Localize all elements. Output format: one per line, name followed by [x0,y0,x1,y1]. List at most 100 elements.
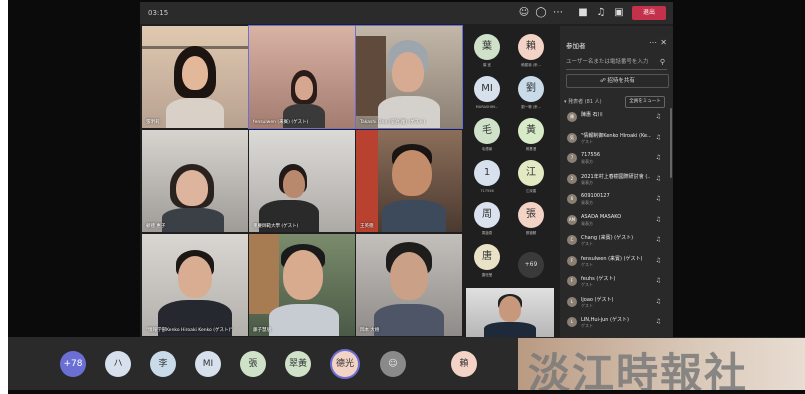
avatar: 気 [567,132,577,143]
panel-scrollbar[interactable] [670,108,672,178]
participant-avatar-name: 葉 宜 [482,63,492,67]
participant-avatar-name: MURASHIM... [475,105,499,109]
panel-more-icon[interactable]: ⋯ [649,38,657,47]
participant-name: 岡本 大樹 [360,328,380,333]
participant-row-name: 717556 [581,152,601,158]
participant-row[interactable]: Lljoao (ゲスト) ゲスト ♫ [564,295,669,310]
video-tile[interactable]: fensulwen (来賓) (ゲスト) [248,25,356,129]
participant-avatar[interactable]: 劉 [518,76,544,102]
search-placeholder: ユーザー名または電話番号を入力 [566,59,649,65]
mic-muted-icon[interactable]: ♫ [656,257,661,264]
participant-row[interactable]: C Chang (来賓) (ゲスト) ゲスト ♫ [564,233,669,248]
participant-avatar[interactable]: MI [474,76,500,102]
video-tile[interactable]: 藤子慧朋 [249,234,355,336]
participant-avatar[interactable]: 1 [474,160,500,186]
participant-row-role: 発表方 [581,220,593,226]
video-grid: 張明莉 fensulwen (来賓) (ゲスト) Takashi Ono (宿泊… [142,25,464,338]
watermark: 淡江時報社 [518,338,805,390]
participant-avatar[interactable]: 賴 [518,34,544,60]
mic-muted-icon[interactable]: ♫ [656,298,661,305]
mic-icon[interactable]: ♫ [593,6,609,20]
participant-avatar[interactable]: 張 [518,202,544,228]
participant-avatar[interactable]: 賴 [451,351,477,377]
close-icon[interactable]: ✕ [660,38,667,47]
participant-avatar[interactable]: MI [195,351,221,377]
chat-icon[interactable]: ◯ [533,6,549,20]
participant-row-role: 発表方 [581,159,593,164]
video-tile[interactable]: 重慶師範大學 (ゲスト) [249,130,355,232]
participant-row-role: 発表方 [581,200,593,205]
participant-name: Takashi Ono (宿泊 雅) (ゲスト) [360,120,426,125]
participant-avatar[interactable]: 唐 [474,244,500,270]
more-participants-button[interactable]: +69 [518,252,544,278]
participant-avatar[interactable]: 毛 [474,118,500,144]
participant-row-role: ゲスト [581,302,593,308]
unknown-user-avatar[interactable]: ☺ [380,351,406,377]
presenters-section-header[interactable]: ▾ 発表者 (81 人) [564,98,602,105]
mic-muted-icon[interactable]: ♫ [656,113,661,120]
participant-search-input[interactable]: ユーザー名または電話番号を入力 ⚲ [566,56,667,70]
video-tile[interactable]: 王英徳 [356,130,462,232]
video-tile[interactable]: "情報学部Kenko Hiroaki Kenko (ゲスト)" [142,234,248,336]
participant-row[interactable]: Ffeuhs (ゲスト) ゲスト ♫ [564,274,669,289]
participant-avatar[interactable]: 翠黃 [285,351,311,377]
avatar: 陳 [567,112,577,122]
participant-avatar[interactable]: 黃 [518,118,544,144]
participant-avatar[interactable]: ハ [105,351,131,377]
participant-row[interactable]: 7 717556 発表方 ♫ [564,151,669,166]
video-tile[interactable]: 張明莉 [142,26,248,128]
participant-avatar-name: 賴麗渝 (来... [521,63,541,67]
participant-avatar[interactable]: 江 [518,160,544,186]
participant-avatar-name: 黃基澄 [525,147,537,151]
participant-avatar[interactable]: 李 [150,351,176,377]
mic-muted-icon[interactable]: ♫ [656,318,661,325]
participant-row[interactable]: 陳陳惠 石川 ♫ [564,110,669,125]
mic-muted-icon[interactable]: ♫ [656,154,661,161]
participant-row[interactable]: L LIN,Hui-jun (ゲスト) ゲスト ♫ [564,315,669,330]
participant-row-name: 陳惠 石川 [581,112,603,118]
camera-icon[interactable]: ■ [575,6,591,20]
participant-row-role: ゲスト [581,138,593,144]
leave-button[interactable]: 退出 [632,6,666,20]
participant-row-name: 2021年村上春樹國際研討會 (... [581,173,651,180]
participant-avatar[interactable]: 周 [474,202,500,228]
mic-muted-icon[interactable]: ♫ [656,195,661,202]
watermark-text: 淡江時報社 [528,349,749,390]
participants-icon[interactable]: ☺ [516,6,532,20]
mic-muted-icon[interactable]: ♫ [656,216,661,223]
avatar: L [567,296,577,307]
participant-avatar[interactable]: 德光 [332,351,358,377]
participant-row-role: ゲスト [581,282,593,287]
video-tile[interactable] [466,288,554,338]
meeting-timer: 03:15 [148,9,169,17]
participant-row[interactable]: AM ASADA MASAKO 発表方 ♫ [564,213,669,228]
avatar: AM [567,214,577,225]
share-invite-button[interactable]: ☍ 招待を共有 [566,74,669,88]
mute-all-button[interactable]: 全員をミュート [625,96,665,108]
video-tile[interactable]: 顧禮 惠子 [142,130,248,232]
mic-muted-icon[interactable]: ♫ [656,236,661,243]
participant-row[interactable]: 6 609100127 発表方 ♫ [564,192,669,207]
participant-row[interactable]: 気 "情報制御Kenko Hiroaki (Ke... ゲスト ♫ [564,131,669,146]
participant-avatar-name: 張福勝 [525,231,537,235]
participant-row-name: "情報制御Kenko Hiroaki (Ke... [581,132,651,139]
avatar: F [567,276,577,286]
video-tile[interactable]: Takashi Ono (宿泊 雅) (ゲスト) [355,25,463,129]
participant-row-role: ゲスト [581,323,593,328]
participant-row-name: Chang (来賓) (ゲスト) [581,235,634,241]
more-actions-icon[interactable]: ⋯ [550,6,566,20]
participant-avatar[interactable]: 葉 [474,34,500,60]
mic-muted-icon[interactable]: ♫ [656,175,661,182]
participant-row[interactable]: Ffensulwen (来賓) (ゲスト) ゲスト ♫ [564,254,669,269]
avatar: 7 [567,153,577,163]
panel-title: 参加者 [566,42,586,50]
participant-row[interactable]: 2 2021年村上春樹國際研討會 (... 発表方 ♫ [564,172,669,187]
participant-avatar[interactable]: 張 [240,351,266,377]
mic-muted-icon[interactable]: ♫ [656,277,661,284]
mic-muted-icon[interactable]: ♫ [656,134,661,141]
overflow-count-button[interactable]: +78 [60,351,86,377]
participant-row-name: 609100127 [581,193,610,199]
video-tile[interactable]: 岡本 大樹 [356,234,462,336]
share-invite-label: 招待を共有 [607,78,635,84]
share-screen-icon[interactable]: ▣ [611,6,627,20]
